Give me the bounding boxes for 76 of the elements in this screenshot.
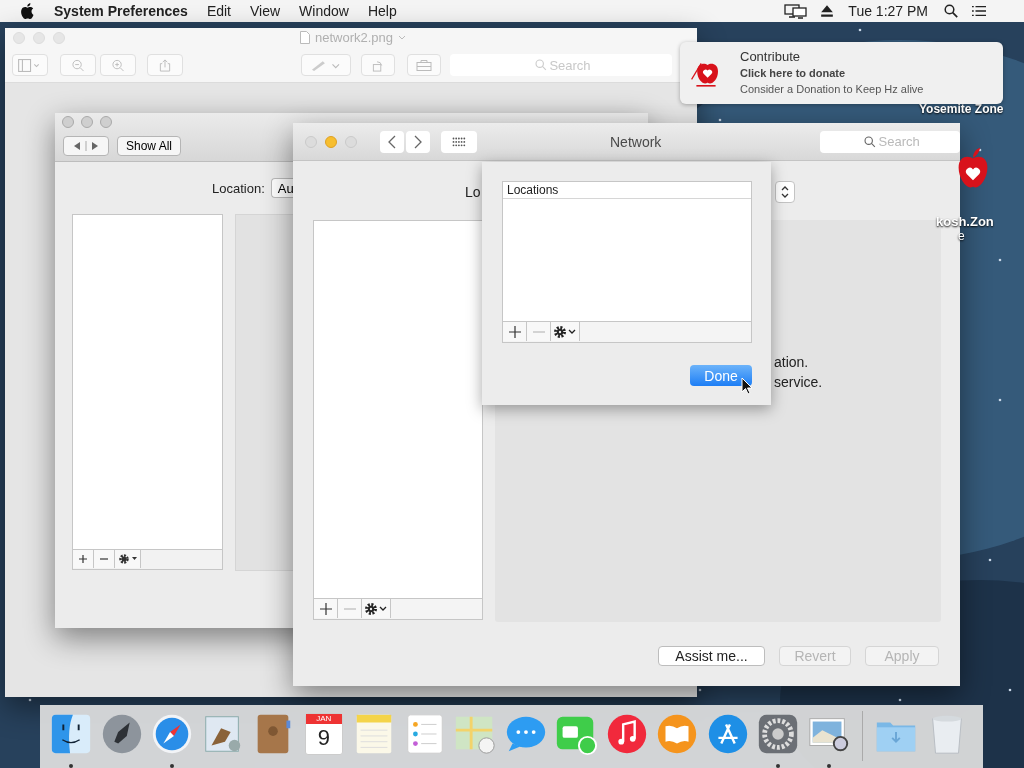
minus-icon — [100, 555, 108, 563]
calendar-month: JAN — [305, 714, 342, 724]
share-button[interactable] — [147, 54, 183, 76]
menu-item[interactable]: Window — [299, 3, 349, 19]
notification-body: Consider a Donation to Keep Hz alive — [740, 82, 924, 97]
plus-icon — [508, 325, 521, 338]
calendar-day: 9 — [317, 724, 330, 752]
zoom-in-button[interactable] — [100, 54, 136, 76]
menu-item[interactable]: View — [250, 3, 281, 19]
search-field[interactable]: Search — [820, 130, 960, 153]
show-all-button[interactable]: Show All — [117, 136, 182, 156]
close-light[interactable] — [305, 135, 317, 148]
minimize-light[interactable] — [325, 135, 337, 148]
minimize-light[interactable] — [81, 116, 93, 128]
calendar-app-icon[interactable]: JAN 9 — [304, 713, 343, 755]
chevron-right-icon — [414, 134, 422, 149]
location-label: Lo — [465, 184, 481, 200]
up-down-arrows-icon — [780, 185, 789, 199]
column-header[interactable]: Locations — [503, 182, 751, 199]
window-title: Network — [610, 133, 662, 150]
sidebar-button[interactable] — [12, 54, 48, 76]
add-button[interactable] — [503, 322, 527, 341]
grid-icon — [452, 136, 466, 147]
desktop-icon-label[interactable]: Yosemite Zone — [919, 102, 1004, 116]
rotate-button[interactable] — [361, 54, 395, 76]
notification-banner[interactable]: Contribute Click here to donate Consider a Donation to Keep Hz alive — [680, 42, 1003, 104]
location-popup[interactable]: Au — [270, 178, 296, 198]
action-menu-button[interactable] — [362, 599, 391, 618]
notification-subtitle: Click here to donate — [740, 66, 847, 81]
menu-list-icon[interactable] — [972, 4, 986, 18]
search-icon — [864, 135, 877, 148]
chevron-left-icon — [388, 134, 396, 149]
menu-item[interactable]: Help — [367, 3, 397, 19]
zoom-light[interactable] — [345, 135, 357, 148]
location-label: Location: — [212, 180, 265, 196]
plus-icon — [79, 555, 87, 563]
location-popup[interactable] — [774, 181, 795, 203]
menu-item[interactable]: Edit — [206, 3, 231, 19]
zoom-in-icon — [110, 58, 126, 72]
zoom-light[interactable] — [100, 116, 112, 128]
gear-icon — [553, 324, 577, 339]
apple-logo-icon[interactable] — [20, 3, 34, 19]
document-icon — [300, 31, 310, 44]
search-icon[interactable] — [944, 4, 958, 18]
add-button[interactable] — [73, 550, 94, 568]
push-button[interactable]: Assist me... — [658, 646, 765, 666]
search-icon — [535, 59, 547, 71]
add-button[interactable] — [314, 599, 338, 618]
zoom-out-icon — [70, 58, 86, 72]
forward-button[interactable] — [406, 130, 430, 153]
toolbox-button[interactable] — [407, 54, 441, 76]
gear-icon — [117, 553, 138, 565]
panel-text: ation. — [774, 353, 809, 372]
window-title: network2.png — [315, 30, 394, 45]
caret-icon[interactable] — [398, 35, 407, 40]
action-menu-button[interactable] — [551, 322, 580, 341]
action-menu-button[interactable] — [115, 550, 141, 568]
menu-app-name[interactable]: System Preferences — [54, 3, 188, 19]
eject-icon[interactable] — [820, 4, 835, 18]
back-button[interactable] — [380, 130, 404, 153]
panel-text: service. — [774, 373, 823, 392]
plus-icon — [319, 602, 332, 615]
menu-clock[interactable]: Tue 1:27 PM — [848, 3, 928, 19]
gear-icon — [364, 601, 388, 616]
close-light[interactable] — [62, 116, 74, 128]
remove-button[interactable] — [94, 550, 115, 568]
displays-icon[interactable] — [784, 3, 809, 19]
show-all-button[interactable] — [441, 130, 477, 153]
share-icon — [157, 58, 173, 72]
toolbox-icon — [416, 58, 432, 72]
markup-button[interactable] — [301, 54, 351, 76]
sidebar-icon — [18, 58, 42, 72]
zoom-out-button[interactable] — [60, 54, 96, 76]
back-forward-button[interactable] — [63, 136, 109, 156]
notification-title: Contribute — [740, 49, 801, 65]
pointer-cursor-icon — [741, 377, 753, 395]
